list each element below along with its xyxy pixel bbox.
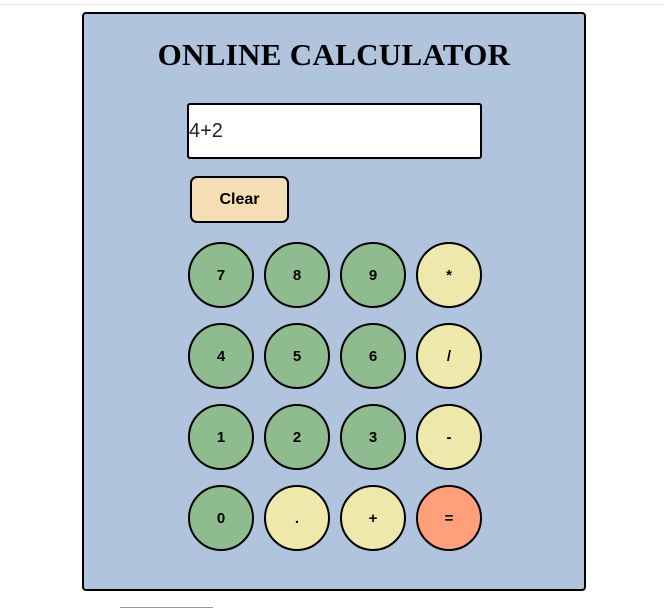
key-0[interactable]: 0 <box>188 485 254 551</box>
top-divider <box>0 4 664 5</box>
bottom-divider <box>120 607 213 608</box>
key-3[interactable]: 3 <box>340 404 406 470</box>
key-subtract[interactable]: - <box>416 404 482 470</box>
calculator-panel: ONLINE CALCULATOR Clear 789* 456/ 123- 0.+= <box>82 12 586 591</box>
key-add[interactable]: + <box>340 485 406 551</box>
key-8[interactable]: 8 <box>264 242 330 308</box>
key-equals[interactable]: = <box>416 485 482 551</box>
page: ONLINE CALCULATOR Clear 789* 456/ 123- 0.+= <box>0 0 664 610</box>
key-2[interactable]: 2 <box>264 404 330 470</box>
key-7[interactable]: 7 <box>188 242 254 308</box>
key-6[interactable]: 6 <box>340 323 406 389</box>
key-divide[interactable]: / <box>416 323 482 389</box>
clear-button[interactable]: Clear <box>190 176 289 223</box>
key-5[interactable]: 5 <box>264 323 330 389</box>
key-4[interactable]: 4 <box>188 323 254 389</box>
key-decimal[interactable]: . <box>264 485 330 551</box>
calculator-display[interactable] <box>187 103 482 159</box>
page-title: ONLINE CALCULATOR <box>157 37 511 72</box>
key-multiply[interactable]: * <box>416 242 482 308</box>
key-1[interactable]: 1 <box>188 404 254 470</box>
key-9[interactable]: 9 <box>340 242 406 308</box>
